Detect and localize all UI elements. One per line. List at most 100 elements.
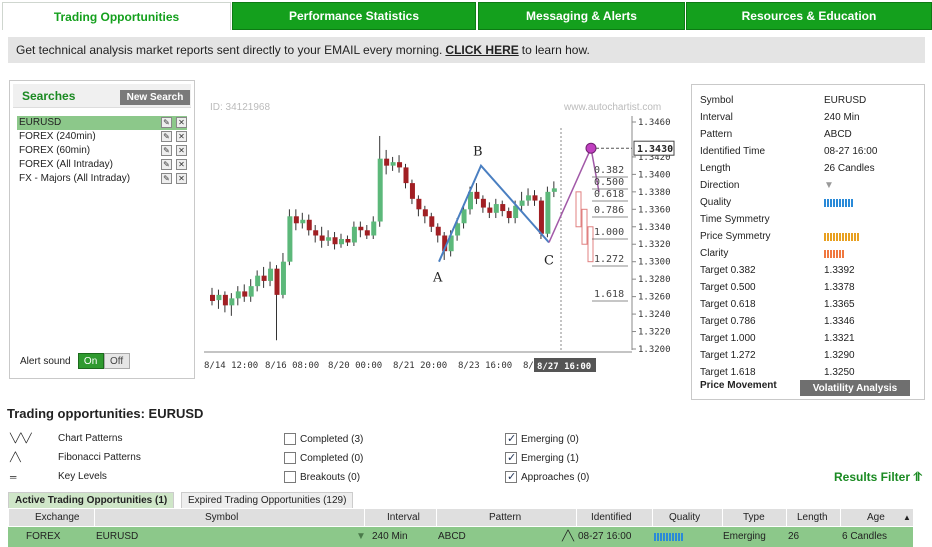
y-tick-label: 1.3200 [638,345,671,355]
candle-body [274,268,280,295]
detail-key: Target 1.272 [700,350,756,361]
col-exchange[interactable]: Exchange [8,509,94,526]
candle-body [280,261,286,295]
tab-active-opportunities[interactable]: Active Trading Opportunities (1) [8,492,175,508]
y-tick-label: 1.3360 [638,205,671,215]
y-tick-label: 1.3240 [638,310,671,320]
fib-level-label: 1.272 [594,254,624,265]
col-interval[interactable]: Interval [364,509,436,526]
filter-checkbox[interactable]: Completed (0) [284,452,363,464]
checkbox[interactable] [505,470,517,483]
detail-value: 1.3346 [824,316,855,327]
detail-row: Pattern ABCD [700,127,920,143]
delete-icon[interactable]: ✕ [176,173,187,184]
col-age[interactable]: Age ▲ [840,509,913,526]
detail-key: Target 0.500 [700,282,756,293]
filter-checkbox[interactable]: Breakouts (0) [284,471,360,483]
fib-level-label: 0.500 [594,177,624,188]
candle-body [416,198,422,210]
search-item[interactable]: FOREX (All Intraday) ✎ ✕ [17,158,187,172]
detail-value: EURUSD [824,95,867,106]
banner-link[interactable]: CLICK HERE [445,43,518,57]
price-symmetry-bars [824,233,859,241]
col-quality[interactable]: Quality [652,509,722,526]
delete-icon[interactable]: ✕ [176,159,187,170]
alert-on-button[interactable]: On [77,353,104,369]
col-pattern[interactable]: Pattern [436,509,576,526]
filter-label: Approaches (0) [521,471,590,483]
results-filter-label[interactable]: Results Filter [834,470,910,484]
table-header: Exchange Symbol Interval Pattern Identif… [8,509,913,526]
volatility-analysis-button[interactable]: Volatility Analysis [800,380,910,396]
direction-down-icon: ▼ [824,180,834,191]
filter-label: Emerging (0) [521,433,579,445]
cell-symbol: EURUSD [96,531,139,542]
candle-body [358,226,364,231]
tab-messaging-alerts[interactable]: Messaging & Alerts [478,2,685,30]
sort-up-icon[interactable]: ▲ [903,509,911,526]
delete-icon[interactable]: ✕ [176,145,187,156]
clarity-bars [824,250,844,258]
filter-checkbox[interactable]: Approaches (0) [505,470,590,483]
pattern-point-label: B [473,145,483,160]
y-tick-label: 1.3460 [638,118,671,128]
detail-row: Target 1.000 1.3321 [700,331,920,347]
search-item-label[interactable]: FOREX (240min) [19,131,96,142]
fibonacci-icon: ╱╲ [562,531,575,542]
y-tick-label: 1.3340 [638,223,671,233]
edit-icon[interactable]: ✎ [161,145,172,156]
col-type[interactable]: Type [722,509,786,526]
filter-label: Completed (3) [300,433,364,445]
new-search-button[interactable]: New Search [120,90,190,105]
checkbox[interactable] [284,471,296,483]
banner-text-after: to learn how. [521,43,590,57]
tab-resources-education[interactable]: Resources & Education [686,2,932,30]
delete-icon[interactable]: ✕ [176,131,187,142]
col-length[interactable]: Length [786,509,840,526]
abcd-projection-line [548,145,600,243]
search-item[interactable]: FOREX (240min) ✎ ✕ [17,130,187,144]
candle-body [210,294,215,301]
filter-checkbox[interactable]: Emerging (1) [505,451,579,464]
search-item[interactable]: EURUSD ✎ ✕ [17,116,187,130]
tab-trading-opportunities[interactable]: Trading Opportunities [2,2,231,30]
checkbox[interactable] [505,451,517,464]
detail-key: Length [700,163,731,174]
abcd-pattern-line [438,163,550,263]
search-item[interactable]: FOREX (60min) ✎ ✕ [17,144,187,158]
edit-icon[interactable]: ✎ [161,173,172,184]
detail-row: Target 0.382 1.3392 [700,263,920,279]
detail-row: Direction ▼ [700,178,920,194]
checkbox[interactable] [284,452,296,464]
col-age-label[interactable]: Age [867,512,885,523]
edit-icon[interactable]: ✎ [161,131,172,142]
col-identified[interactable]: Identified [576,509,652,526]
table-row[interactable]: FOREX EURUSD ▼ 240 Min ABCD ╱╲ 08-27 16:… [8,527,913,547]
search-item-label[interactable]: EURUSD [19,117,61,128]
filter-checkbox[interactable]: Emerging (0) [505,432,579,445]
search-item[interactable]: FX - Majors (All Intraday) ✎ ✕ [17,172,187,186]
candle-body [351,226,357,243]
candle-body [538,200,544,234]
tab-expired-opportunities[interactable]: Expired Trading Opportunities (129) [181,492,354,508]
chevron-up-icon[interactable]: ⥣ [913,470,922,484]
alert-off-button[interactable]: Off [103,353,130,369]
detail-row: Target 0.500 1.3378 [700,280,920,296]
search-item-label[interactable]: FOREX (All Intraday) [19,159,113,170]
checkbox[interactable] [284,433,296,445]
pattern-type-label: Fibonacci Patterns [58,452,141,463]
results-filter-link[interactable]: Results Filter ⥣ [834,470,922,485]
projection-candle [587,226,594,263]
pattern-type-label: Chart Patterns [58,433,123,444]
edit-icon[interactable]: ✎ [161,117,172,128]
col-symbol[interactable]: Symbol [94,509,364,526]
cell-interval: 240 Min [372,531,408,542]
filter-checkbox[interactable]: Completed (3) [284,433,363,445]
checkbox[interactable] [505,432,517,445]
edit-icon[interactable]: ✎ [161,159,172,170]
fib-level-label: 1.618 [594,289,624,300]
search-item-label[interactable]: FX - Majors (All Intraday) [19,173,130,184]
tab-performance-statistics[interactable]: Performance Statistics [232,2,476,30]
delete-icon[interactable]: ✕ [176,117,187,128]
search-item-label[interactable]: FOREX (60min) [19,145,90,156]
